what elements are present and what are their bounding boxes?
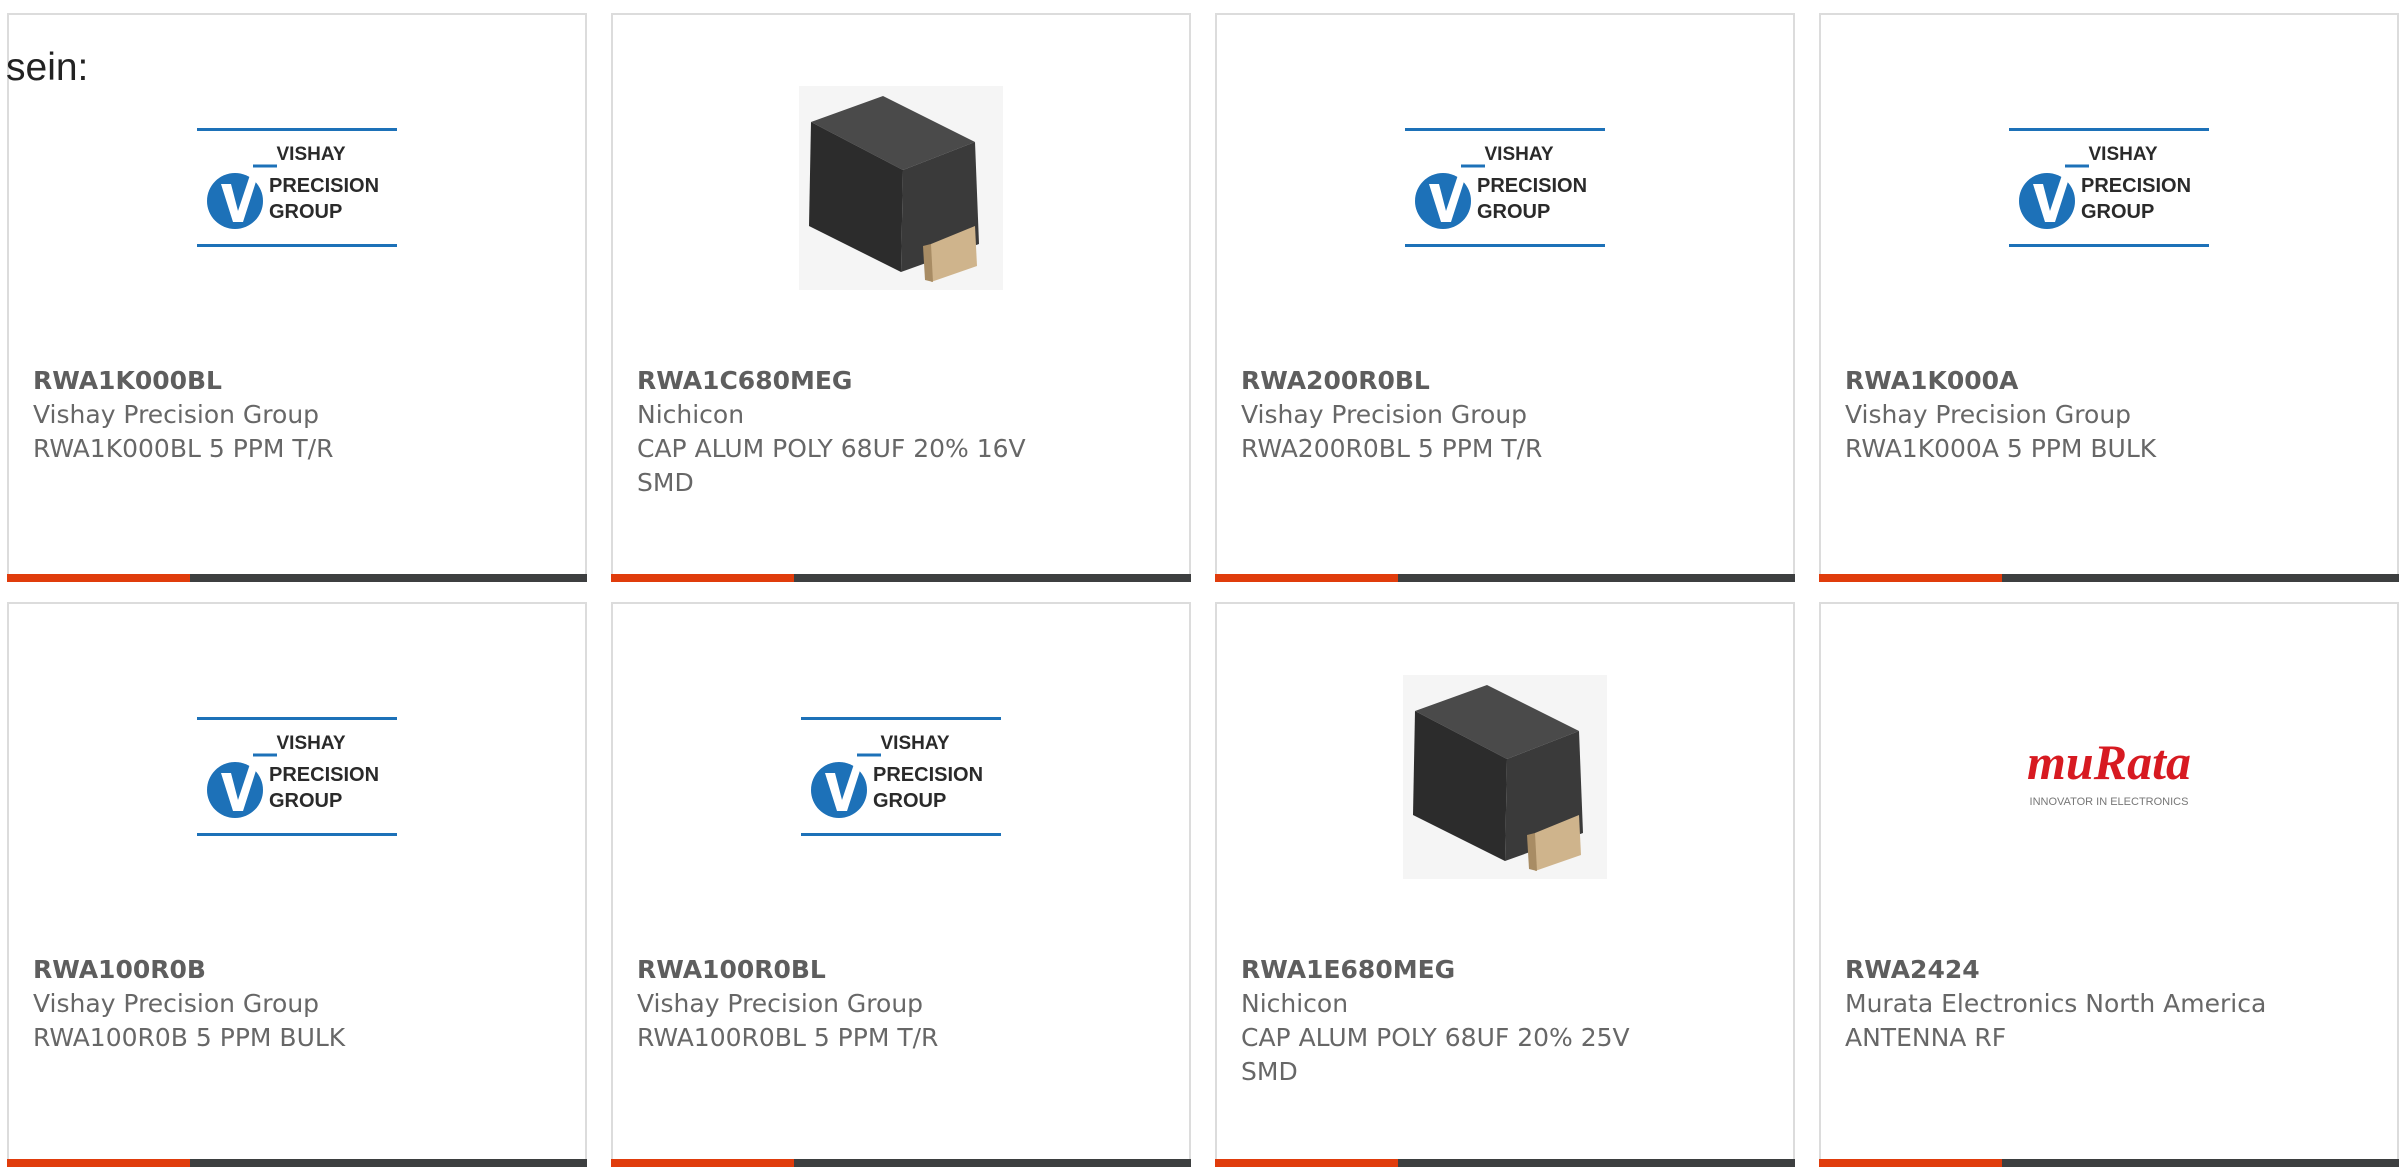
svg-text:GROUP: GROUP [873,790,946,812]
svg-text:VISHAY: VISHAY [1485,144,1554,165]
svg-text:VISHAY: VISHAY [277,733,346,754]
product-info: RWA100R0B Vishay Precision Group RWA100R0B… [33,953,463,1055]
vishay-logo-icon: VISHAY PRECISION GROUP [197,716,397,836]
product-info: RWA100R0BL Vishay Precision Group RWA100R0… [637,953,1067,1055]
card-bottom-bar [1215,574,1795,582]
svg-text:GROUP: GROUP [269,790,342,812]
product-description: RWA1K000BL 5 PPM T/R [33,434,334,463]
part-number[interactable]: RWA100R0B [33,953,463,987]
capacitor-icon [799,85,1003,290]
part-number[interactable]: RWA100R0BL [637,953,1067,987]
card-bottom-bar [611,574,1191,582]
card-bar-accent [7,574,190,582]
product-info: RWA1C680MEG Nichicon CAP ALUM POLY 68UF 20… [637,364,1067,500]
part-number[interactable]: RWA1K000A [1845,364,2275,398]
product-card[interactable]: muRata INNOVATOR IN ELECTRONICS RWA2424 Mur… [1819,602,2399,1167]
vishay-logo-icon: VISHAY PRECISION GROUP [2009,127,2209,247]
part-number[interactable]: RWA2424 [1845,953,2275,987]
manufacturer: Vishay Precision Group [33,989,320,1018]
part-number[interactable]: RWA1E680MEG [1241,953,1671,987]
card-bottom-bar [611,1159,1191,1167]
murata-logo-icon: muRata INNOVATOR IN ELECTRONICS [2027,737,2191,808]
svg-text:VISHAY: VISHAY [277,144,346,165]
part-number[interactable]: RWA200R0BL [1241,364,1671,398]
manufacturer: Vishay Precision Group [1845,400,2132,429]
product-card[interactable]: VISHAY PRECISION GROUP RWA1K000BL Vishay Pre… [7,13,587,582]
svg-text:VISHAY: VISHAY [881,733,950,754]
product-image[interactable]: muRata INNOVATOR IN ELECTRONICS [1821,674,2397,879]
card-bottom-bar [7,1159,587,1167]
svg-text:PRECISION: PRECISION [873,764,983,786]
svg-text:INNOVATOR IN ELECTRONICS: INNOVATOR IN ELECTRONICS [2030,796,2189,808]
svg-text:GROUP: GROUP [2081,201,2154,223]
product-info: RWA1E680MEG Nichicon CAP ALUM POLY 68UF 20… [1241,953,1671,1089]
product-image[interactable] [1217,674,1793,879]
card-bar-accent [611,1159,794,1167]
part-number[interactable]: RWA1C680MEG [637,364,1067,398]
product-card[interactable]: VISHAY PRECISION GROUP RWA100R0BL Vishay Pre… [611,602,1191,1167]
intro-text: sein: [6,46,89,89]
svg-text:GROUP: GROUP [269,201,342,223]
manufacturer: Vishay Precision Group [33,400,320,429]
vishay-logo-icon: VISHAY PRECISION GROUP [801,716,1001,836]
product-info: RWA2424 Murata Electronics North America A… [1845,953,2275,1055]
card-bar-accent [1215,1159,1398,1167]
product-card[interactable]: VISHAY PRECISION GROUP RWA200R0BL Vishay Pre… [1215,13,1795,582]
card-bottom-bar [1215,1159,1795,1167]
manufacturer: Nichicon [1241,989,1349,1018]
product-image[interactable] [613,85,1189,290]
part-number[interactable]: RWA1K000BL [33,364,463,398]
card-bottom-bar [1819,574,2399,582]
product-description: CAP ALUM POLY 68UF 20% 16V SMD [637,434,1026,497]
product-info: RWA1K000BL Vishay Precision Group RWA1K000… [33,364,463,466]
svg-text:PRECISION: PRECISION [2081,175,2191,197]
product-description: RWA100R0BL 5 PPM T/R [637,1023,939,1052]
svg-text:muRata: muRata [2027,737,2191,790]
manufacturer: Vishay Precision Group [1241,400,1528,429]
product-description: ANTENNA RF [1845,1023,2007,1052]
card-bar-accent [1819,1159,2002,1167]
svg-text:PRECISION: PRECISION [1477,175,1587,197]
product-description: RWA1K000A 5 PPM BULK [1845,434,2157,463]
svg-text:GROUP: GROUP [1477,201,1550,223]
vishay-logo-icon: VISHAY PRECISION GROUP [1405,127,1605,247]
product-description: RWA100R0B 5 PPM BULK [33,1023,346,1052]
manufacturer: Nichicon [637,400,745,429]
card-bar-accent [1819,574,2002,582]
product-info: RWA1K000A Vishay Precision Group RWA1K000A… [1845,364,2275,466]
manufacturer: Murata Electronics North America [1845,989,2267,1018]
product-card[interactable]: VISHAY PRECISION GROUP RWA1K000A Vishay Prec… [1819,13,2399,582]
vishay-logo-icon: VISHAY PRECISION GROUP [197,127,397,247]
card-bar-accent [611,574,794,582]
svg-text:PRECISION: PRECISION [269,175,379,197]
product-card[interactable]: RWA1E680MEG Nichicon CAP ALUM POLY 68UF 20… [1215,602,1795,1167]
product-image[interactable]: VISHAY PRECISION GROUP [9,674,585,879]
product-card[interactable]: RWA1C680MEG Nichicon CAP ALUM POLY 68UF 20… [611,13,1191,582]
svg-text:VISHAY: VISHAY [2089,144,2158,165]
product-image[interactable]: VISHAY PRECISION GROUP [613,674,1189,879]
card-bar-accent [1215,574,1398,582]
card-bottom-bar [7,574,587,582]
capacitor-icon [1403,674,1607,879]
product-description: RWA200R0BL 5 PPM T/R [1241,434,1543,463]
svg-text:PRECISION: PRECISION [269,764,379,786]
manufacturer: Vishay Precision Group [637,989,924,1018]
product-info: RWA200R0BL Vishay Precision Group RWA200R0… [1241,364,1671,466]
product-image[interactable]: VISHAY PRECISION GROUP [1217,85,1793,290]
product-image[interactable]: VISHAY PRECISION GROUP [1821,85,2397,290]
card-bottom-bar [1819,1159,2399,1167]
product-image[interactable]: VISHAY PRECISION GROUP [9,85,585,290]
product-card[interactable]: VISHAY PRECISION GROUP RWA100R0B Vishay Prec… [7,602,587,1167]
product-description: CAP ALUM POLY 68UF 20% 25V SMD [1241,1023,1630,1086]
card-bar-accent [7,1159,190,1167]
